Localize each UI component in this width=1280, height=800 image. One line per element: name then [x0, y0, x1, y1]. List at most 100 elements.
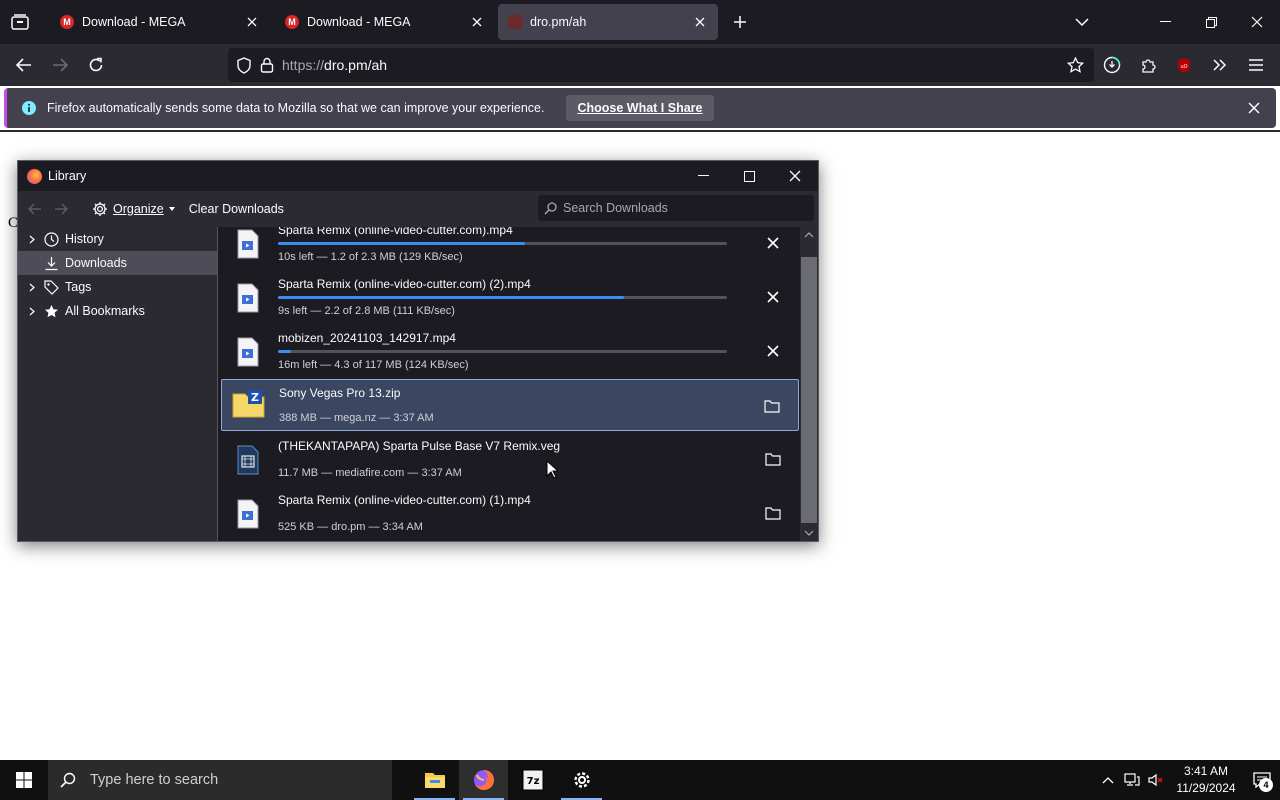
download-filename: Sparta Remix (online-video-cutter.com).m…	[278, 227, 513, 237]
downloads-button[interactable]	[1094, 47, 1130, 83]
download-item[interactable]: Sparta Remix (online-video-cutter.com) (…	[221, 487, 799, 539]
taskbar-settings[interactable]	[557, 760, 606, 800]
choose-what-i-share-button[interactable]: Choose What I Share	[566, 95, 714, 121]
taskbar-apps: 7z	[410, 760, 606, 800]
sidebar-item-history[interactable]: History	[18, 227, 217, 251]
close-tab-icon[interactable]	[692, 14, 708, 30]
library-window-controls	[680, 161, 818, 191]
forward-arrow-icon	[52, 58, 68, 72]
library-toolbar: Organize Clear Downloads	[18, 191, 818, 227]
forward-button[interactable]	[42, 47, 78, 83]
menu-button[interactable]	[1238, 47, 1274, 83]
organize-menu-button[interactable]: Organize	[92, 201, 175, 217]
sidebar-item-downloads[interactable]: Downloads	[18, 251, 217, 275]
puzzle-icon	[1140, 57, 1157, 74]
ublock-origin-button[interactable]: uO	[1166, 47, 1202, 83]
cancel-download-button[interactable]	[761, 339, 785, 363]
video-file-icon	[235, 229, 261, 259]
folder-icon	[765, 452, 781, 466]
more-tools-button[interactable]	[1202, 47, 1238, 83]
tab-dro[interactable]: dro.pm/ah	[498, 4, 718, 40]
cancel-download-button[interactable]	[761, 231, 785, 255]
search-downloads-box[interactable]	[538, 195, 814, 221]
download-status: 9s left — 2.2 of 2.8 MB (111 KB/sec)	[278, 305, 455, 317]
scroll-down-arrow-icon[interactable]	[803, 527, 815, 539]
video-file-icon	[235, 337, 261, 367]
sidebar-item-label: History	[65, 232, 104, 246]
shield-icon[interactable]	[236, 56, 252, 74]
library-close-button[interactable]	[772, 161, 818, 191]
firefox-view-button[interactable]	[0, 0, 40, 44]
downloads-scrollbar[interactable]	[800, 227, 818, 541]
zip-file-icon: Z	[232, 388, 266, 420]
close-tab-icon[interactable]	[469, 14, 485, 30]
volume-button[interactable]	[1144, 760, 1168, 800]
close-icon	[767, 291, 779, 303]
new-tab-button[interactable]	[728, 10, 752, 34]
show-in-folder-button[interactable]	[761, 447, 785, 471]
expand-chevron-icon[interactable]	[26, 283, 38, 292]
taskbar-firefox[interactable]	[459, 760, 508, 800]
start-button[interactable]	[0, 760, 48, 800]
page-divider	[0, 130, 1280, 132]
network-button[interactable]	[1120, 760, 1144, 800]
mega-icon: M	[285, 15, 299, 29]
chevron-up-icon	[1102, 776, 1114, 784]
show-in-folder-button[interactable]	[760, 394, 784, 418]
tab-title: Download - MEGA	[82, 15, 186, 29]
close-notification-icon[interactable]	[1244, 98, 1264, 118]
download-item[interactable]: Sparta Remix (online-video-cutter.com).m…	[221, 227, 799, 269]
download-filename: Sony Vegas Pro 13.zip	[279, 386, 401, 400]
show-hidden-icons-button[interactable]	[1096, 760, 1120, 800]
expand-chevron-icon[interactable]	[26, 235, 38, 244]
lock-icon[interactable]	[260, 57, 274, 73]
close-tab-icon[interactable]	[244, 14, 260, 30]
scroll-up-arrow-icon[interactable]	[803, 229, 815, 241]
settings-gear-icon	[572, 770, 592, 790]
scrollbar-thumb[interactable]	[801, 257, 817, 523]
organize-label: Organize	[113, 202, 164, 216]
file-explorer-icon	[424, 771, 446, 789]
download-item[interactable]: mobizen_20241103_142917.mp4 16m left — 4…	[221, 325, 799, 377]
sevenzip-icon: 7z	[522, 769, 544, 791]
cancel-download-button[interactable]	[761, 285, 785, 309]
download-status: 11.7 MB — mediafire.com — 3:37 AM	[278, 467, 462, 479]
download-item[interactable]: (THEKANTAPAPA) Sparta Pulse Base V7 Remi…	[221, 433, 799, 485]
library-forward-button[interactable]	[48, 196, 74, 222]
library-back-button[interactable]	[22, 196, 48, 222]
sidebar-item-tags[interactable]: Tags	[18, 275, 217, 299]
bookmark-star-icon[interactable]	[1067, 57, 1084, 73]
svg-text:Z: Z	[251, 391, 259, 404]
taskbar-file-explorer[interactable]	[410, 760, 459, 800]
library-minimize-button[interactable]	[680, 161, 726, 191]
minimize-button[interactable]	[1142, 0, 1188, 44]
reload-button[interactable]	[78, 47, 114, 83]
taskbar-clock[interactable]: 3:41 AM 11/29/2024	[1168, 763, 1244, 797]
progress-fill	[278, 242, 525, 245]
sidebar-item-all-bookmarks[interactable]: All Bookmarks	[18, 299, 217, 323]
url-bar[interactable]: https://dro.pm/ah	[228, 48, 1094, 82]
taskbar-search-box[interactable]: Type here to search	[48, 760, 392, 800]
tab-title: Download - MEGA	[307, 15, 411, 29]
download-progress-bar	[278, 296, 727, 299]
download-item[interactable]: Sparta Remix (online-video-cutter.com) (…	[221, 271, 799, 323]
show-in-folder-button[interactable]	[761, 501, 785, 525]
taskbar-7zip[interactable]: 7z	[508, 760, 557, 800]
back-button[interactable]	[6, 47, 42, 83]
extensions-button[interactable]	[1130, 47, 1166, 83]
expand-chevron-icon[interactable]	[26, 307, 38, 316]
search-downloads-input[interactable]	[563, 201, 803, 215]
download-item-selected[interactable]: Z Sony Vegas Pro 13.zip 388 MB — mega.nz…	[221, 379, 799, 431]
library-titlebar[interactable]: Library	[18, 161, 818, 191]
download-filename: mobizen_20241103_142917.mp4	[278, 331, 456, 345]
clear-downloads-button[interactable]: Clear Downloads	[189, 202, 284, 216]
list-all-tabs-button[interactable]	[1070, 10, 1094, 34]
tab-mega-2[interactable]: M Download - MEGA	[275, 4, 495, 40]
action-center-button[interactable]: 4	[1244, 760, 1280, 800]
close-window-button[interactable]	[1234, 0, 1280, 44]
restore-button[interactable]	[1188, 0, 1234, 44]
tab-mega-1[interactable]: M Download - MEGA	[50, 4, 270, 40]
library-maximize-button[interactable]	[726, 161, 772, 191]
url-text[interactable]: https://dro.pm/ah	[282, 57, 387, 73]
download-filename: Sparta Remix (online-video-cutter.com) (…	[278, 493, 531, 507]
